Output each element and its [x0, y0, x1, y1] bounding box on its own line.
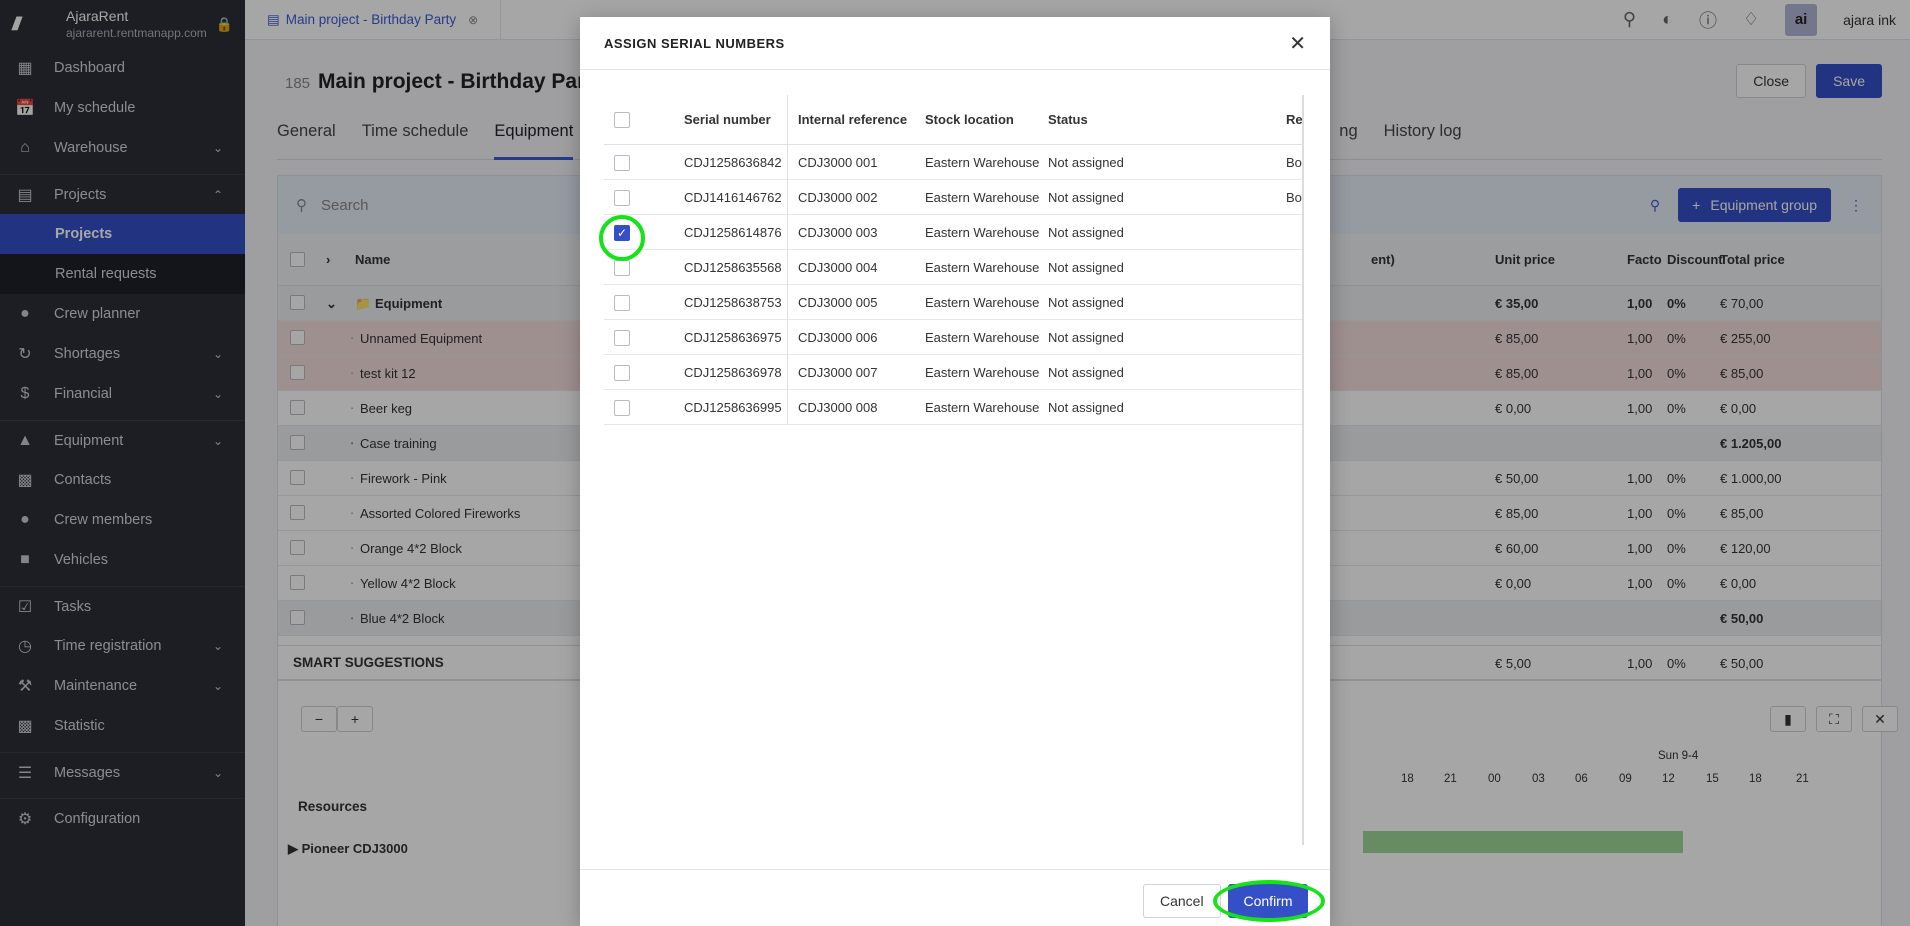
serial-table: Serial number Internal reference Stock l…	[604, 95, 1304, 845]
row-checkbox[interactable]	[614, 190, 630, 206]
col-stock-location: Stock location	[925, 112, 1014, 127]
col-remark: Rem	[1286, 112, 1303, 127]
col-internal-reference: Internal reference	[798, 112, 908, 127]
internal-reference: CDJ3000 001	[798, 155, 878, 170]
serial-number: CDJ1258638753	[684, 295, 782, 310]
col-status: Status	[1048, 112, 1088, 127]
confirm-button[interactable]: Confirm	[1228, 884, 1308, 918]
internal-reference: CDJ3000 004	[798, 260, 878, 275]
serial-row[interactable]: CDJ1258635568 CDJ3000 004 Eastern Warehous…	[604, 250, 1302, 285]
stock-location: Eastern Warehouse	[925, 365, 1040, 380]
serial-number: CDJ1258614876	[684, 225, 782, 240]
remark: Bou	[1286, 155, 1302, 170]
serial-number: CDJ1258636842	[684, 155, 782, 170]
serial-number: CDJ1416146762	[684, 190, 782, 205]
row-checkbox[interactable]	[614, 365, 630, 381]
status: Not assigned	[1048, 260, 1124, 275]
serial-row[interactable]: CDJ1416146762 CDJ3000 002 Eastern Warehous…	[604, 180, 1302, 215]
serial-row[interactable]: CDJ1258636978 CDJ3000 007 Eastern Warehous…	[604, 355, 1302, 390]
stock-location: Eastern Warehouse	[925, 295, 1040, 310]
internal-reference: CDJ3000 002	[798, 190, 878, 205]
status: Not assigned	[1048, 155, 1124, 170]
serial-number: CDJ1258635568	[684, 260, 782, 275]
internal-reference: CDJ3000 007	[798, 365, 878, 380]
serial-row[interactable]: CDJ1258636975 CDJ3000 006 Eastern Warehous…	[604, 320, 1302, 355]
stock-location: Eastern Warehouse	[925, 225, 1040, 240]
row-checkbox[interactable]	[614, 295, 630, 311]
stock-location: Eastern Warehouse	[925, 400, 1040, 415]
internal-reference: CDJ3000 005	[798, 295, 878, 310]
row-checkbox[interactable]	[614, 155, 630, 171]
status: Not assigned	[1048, 330, 1124, 345]
status: Not assigned	[1048, 400, 1124, 415]
close-icon[interactable]: ✕	[1289, 31, 1306, 56]
col-serial-number: Serial number	[684, 112, 771, 127]
serial-table-header: Serial number Internal reference Stock l…	[604, 95, 1302, 145]
serial-rows: CDJ1258636842 CDJ3000 001 Eastern Warehous…	[604, 145, 1302, 425]
stock-location: Eastern Warehouse	[925, 155, 1040, 170]
assign-serial-numbers-modal: ASSIGN SERIAL NUMBERS ✕ Serial number In…	[580, 17, 1330, 926]
select-all-checkbox[interactable]	[614, 112, 630, 128]
row-checkbox[interactable]	[614, 260, 630, 276]
internal-reference: CDJ3000 006	[798, 330, 878, 345]
stock-location: Eastern Warehouse	[925, 190, 1040, 205]
cancel-button[interactable]: Cancel	[1143, 884, 1221, 918]
remark: Bou	[1286, 190, 1302, 205]
stock-location: Eastern Warehouse	[925, 330, 1040, 345]
row-checkbox[interactable]	[614, 400, 630, 416]
modal-title: ASSIGN SERIAL NUMBERS	[604, 35, 785, 51]
serial-row[interactable]: ✓ CDJ1258614876 CDJ3000 003 Eastern Warehou…	[604, 215, 1302, 250]
internal-reference: CDJ3000 008	[798, 400, 878, 415]
row-checkbox[interactable]: ✓	[614, 225, 630, 241]
serial-number: CDJ1258636975	[684, 330, 782, 345]
status: Not assigned	[1048, 365, 1124, 380]
serial-row[interactable]: CDJ1258636842 CDJ3000 001 Eastern Warehous…	[604, 145, 1302, 180]
internal-reference: CDJ3000 003	[798, 225, 878, 240]
serial-row[interactable]: CDJ1258638753 CDJ3000 005 Eastern Warehous…	[604, 285, 1302, 320]
serial-number: CDJ1258636995	[684, 400, 782, 415]
serial-row[interactable]: CDJ1258636995 CDJ3000 008 Eastern Warehous…	[604, 390, 1302, 425]
row-checkbox[interactable]	[614, 330, 630, 346]
status: Not assigned	[1048, 190, 1124, 205]
status: Not assigned	[1048, 225, 1124, 240]
modal-footer: Cancel Confirm	[580, 869, 1330, 926]
stock-location: Eastern Warehouse	[925, 260, 1040, 275]
status: Not assigned	[1048, 295, 1124, 310]
serial-number: CDJ1258636978	[684, 365, 782, 380]
